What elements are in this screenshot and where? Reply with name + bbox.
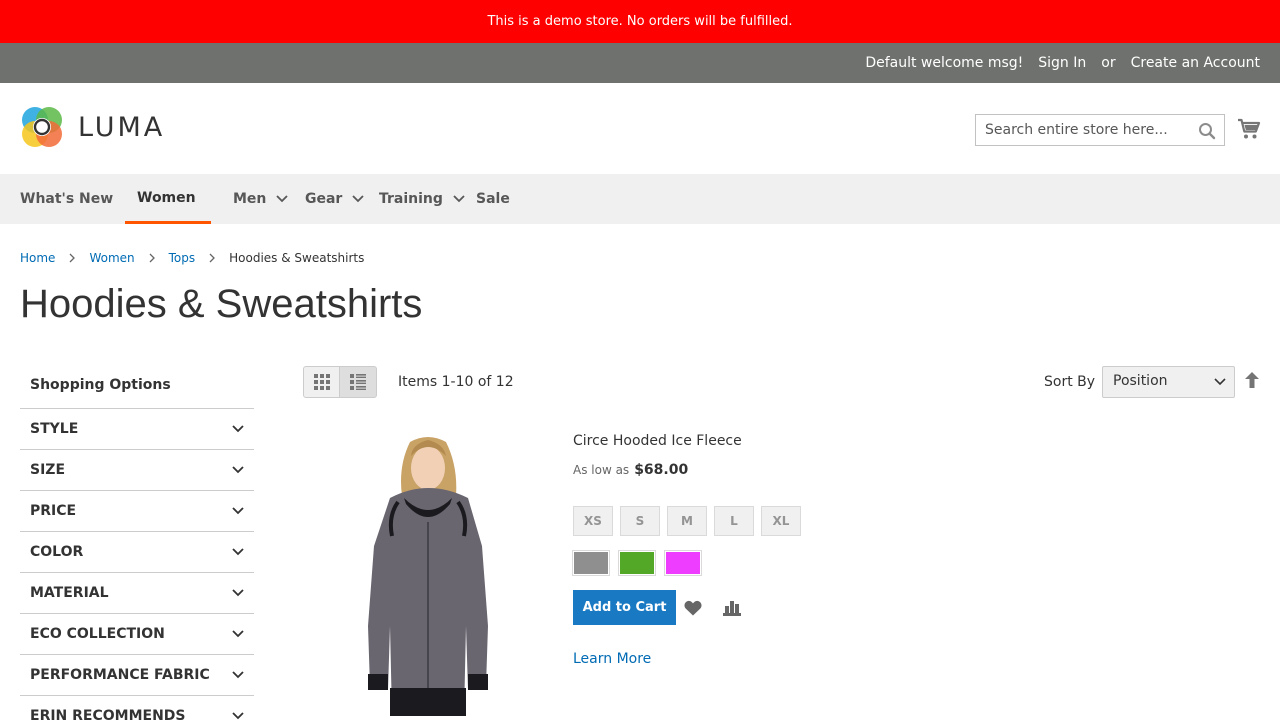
toolbar-amount: Items 1-10 of 12 (398, 374, 514, 390)
nav-item-whats-new[interactable]: What's New (20, 174, 113, 224)
add-to-cart-button[interactable]: Add to Cart (573, 590, 676, 625)
filter-label: MATERIAL (30, 585, 109, 601)
main-navigation: What's New Women Men Gear Training Sale (0, 174, 1280, 224)
filter-price[interactable]: PRICE (20, 491, 254, 532)
chevron-down-icon (1214, 378, 1226, 386)
price-label: As low as (573, 463, 630, 477)
sort-direction-icon[interactable] (1245, 372, 1259, 392)
logo-text: LUMA (78, 111, 166, 143)
chevron-down-icon (232, 425, 244, 433)
nav-item-gear[interactable]: Gear (305, 174, 364, 224)
chevron-down-icon (232, 589, 244, 597)
search-box (975, 114, 1225, 146)
chevron-down-icon (453, 195, 465, 203)
chevron-down-icon (232, 630, 244, 638)
nav-label: Gear (305, 191, 343, 207)
filter-color[interactable]: COLOR (20, 532, 254, 573)
or-text: or (1101, 55, 1116, 71)
chevron-down-icon (276, 195, 289, 203)
breadcrumb-home[interactable]: Home (20, 251, 55, 265)
cart-icon[interactable] (1237, 117, 1261, 141)
color-option-purple[interactable] (664, 550, 702, 576)
demo-notice: This is a demo store. No orders will be … (0, 0, 1280, 43)
nav-label: What's New (20, 191, 114, 207)
learn-more-link[interactable]: Learn More (573, 651, 651, 667)
grid-mode-button[interactable] (303, 366, 340, 398)
heart-icon[interactable] (684, 600, 702, 620)
header-links: Default welcome msg! Sign In or Create a… (850, 43, 1260, 83)
nav-label: Women (137, 189, 196, 206)
price-value: $68.00 (634, 462, 689, 478)
product-image[interactable] (318, 426, 548, 720)
filter-performance-fabric[interactable]: PERFORMANCE FABRIC (20, 655, 254, 696)
chevron-down-icon (352, 195, 364, 203)
chevron-down-icon (232, 466, 244, 474)
compare-icon[interactable] (723, 600, 741, 620)
filter-label: PRICE (30, 503, 77, 519)
breadcrumb-tops[interactable]: Tops (169, 251, 196, 265)
logo[interactable]: LUMA (20, 105, 165, 149)
breadcrumb-current: Hoodies & Sweatshirts (229, 251, 365, 265)
filter-label: ECO COLLECTION (30, 626, 165, 642)
size-option-s[interactable]: S (620, 506, 660, 536)
filter-material[interactable]: MATERIAL (20, 573, 254, 614)
search-icon[interactable] (1198, 122, 1216, 140)
filter-sidebar: Shopping Options STYLE SIZE PRICE COLOR … (20, 362, 254, 720)
shopping-options-title: Shopping Options (20, 362, 254, 409)
product-price: As low as $68.00 (573, 462, 688, 478)
size-option-xl[interactable]: XL (761, 506, 801, 536)
nav-label: Men (233, 191, 267, 207)
chevron-down-icon (232, 548, 244, 556)
chevron-right-icon (69, 253, 76, 263)
list-mode-button[interactable] (340, 366, 377, 398)
filter-label: PERFORMANCE FABRIC (30, 667, 210, 683)
products-toolbar: Items 1-10 of 12 Sort By Position (303, 366, 1260, 398)
breadcrumb-women[interactable]: Women (89, 251, 134, 265)
filter-style[interactable]: STYLE (20, 409, 254, 450)
filter-eco-collection[interactable]: ECO COLLECTION (20, 614, 254, 655)
chevron-right-icon (149, 253, 155, 263)
product-name-link[interactable]: Circe Hooded Ice Fleece (573, 433, 742, 449)
page-title: Hoodies & Sweatshirts (20, 282, 423, 326)
nav-item-training[interactable]: Training (379, 174, 465, 224)
luma-logo-icon (22, 107, 62, 147)
welcome-message: Default welcome msg! (865, 55, 1024, 71)
nav-label: Training (379, 191, 443, 207)
color-option-green[interactable] (618, 550, 656, 576)
nav-item-women[interactable]: Women (125, 174, 211, 224)
size-swatches: XS S M L XL (573, 506, 808, 536)
chevron-down-icon (232, 507, 244, 515)
create-account-link[interactable]: Create an Account (1131, 55, 1260, 71)
size-option-xs[interactable]: XS (573, 506, 613, 536)
sort-by-select[interactable]: Position (1102, 366, 1235, 398)
site-header: LUMA (0, 83, 1280, 174)
size-option-m[interactable]: M (667, 506, 707, 536)
filter-label: SIZE (30, 462, 66, 478)
filter-label: ERIN RECOMMENDS (30, 708, 186, 720)
size-option-l[interactable]: L (714, 506, 754, 536)
header-panel: Default welcome msg! Sign In or Create a… (0, 43, 1280, 83)
nav-item-men[interactable]: Men (233, 174, 289, 224)
filter-label: STYLE (30, 421, 79, 437)
color-option-gray[interactable] (572, 550, 610, 576)
list-icon (350, 374, 366, 390)
chevron-down-icon (232, 712, 244, 720)
nav-label: Sale (476, 191, 510, 207)
breadcrumb: Home Women Tops Hoodies & Sweatshirts (20, 250, 364, 266)
color-swatches (572, 550, 711, 576)
filter-label: COLOR (30, 544, 84, 560)
filter-size[interactable]: SIZE (20, 450, 254, 491)
nav-item-sale[interactable]: Sale (476, 174, 510, 224)
search-input[interactable] (976, 115, 1186, 145)
chevron-down-icon (232, 671, 244, 679)
grid-icon (313, 374, 330, 390)
sort-by-label: Sort By (1044, 374, 1096, 390)
filter-erin-recommends[interactable]: ERIN RECOMMENDS (20, 696, 254, 720)
sort-value: Position (1113, 373, 1168, 389)
sign-in-link[interactable]: Sign In (1038, 55, 1086, 71)
chevron-right-icon (209, 253, 216, 263)
